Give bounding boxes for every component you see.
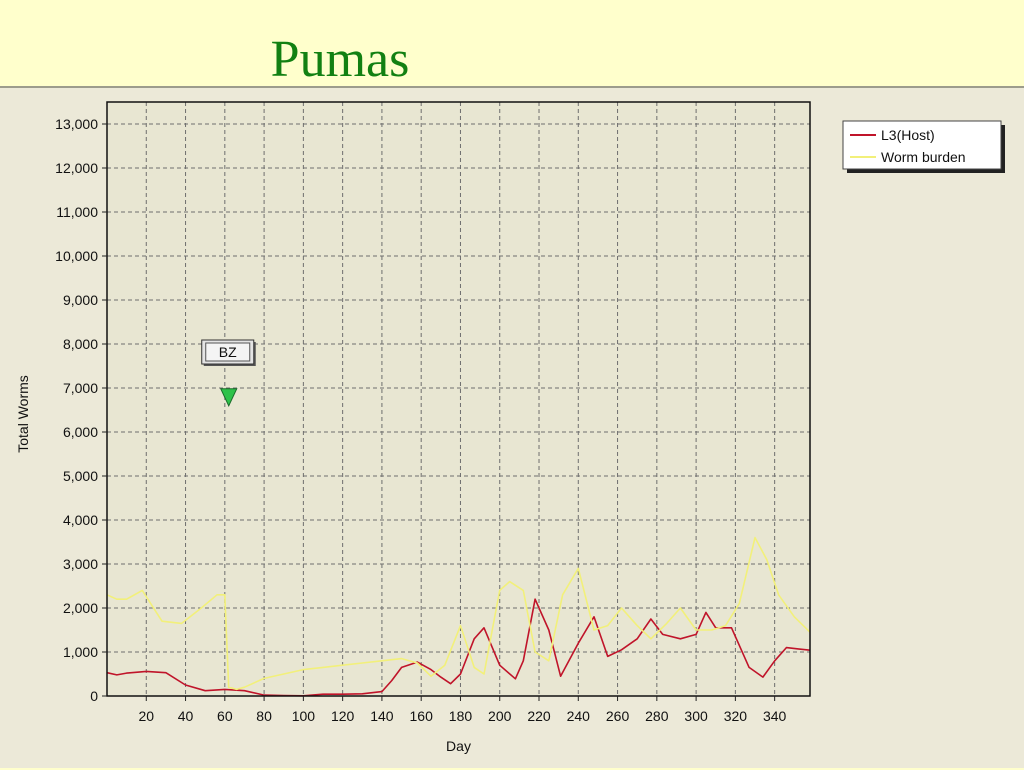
legend-entry-label: Worm burden	[881, 149, 966, 165]
y-tick-label: 3,000	[63, 556, 98, 572]
y-tick-label: 8,000	[63, 336, 98, 352]
y-tick-label: 2,000	[63, 600, 98, 616]
x-tick-label: 220	[527, 708, 551, 724]
x-tick-label: 320	[724, 708, 748, 724]
y-axis-label: Total Worms	[15, 375, 31, 453]
x-tick-label: 240	[567, 708, 591, 724]
x-axis-label: Day	[446, 738, 471, 754]
y-tick-label: 1,000	[63, 644, 98, 660]
x-tick-label: 180	[449, 708, 473, 724]
x-tick-label: 160	[410, 708, 434, 724]
x-tick-label: 340	[763, 708, 787, 724]
y-tick-label: 9,000	[63, 292, 98, 308]
y-tick-label: 13,000	[55, 116, 98, 132]
x-tick-label: 140	[370, 708, 394, 724]
x-tick-label: 100	[292, 708, 316, 724]
x-tick-label: 20	[138, 708, 154, 724]
x-tick-label: 300	[684, 708, 708, 724]
y-tick-label: 0	[90, 688, 98, 704]
chart-panel: BZ 20 40 60 80 100 120 140 160 180 200 220 240 260 28…	[0, 86, 1024, 768]
x-tick-label: 260	[606, 708, 630, 724]
y-tick-label: 5,000	[63, 468, 98, 484]
y-tick-label: 7,000	[63, 380, 98, 396]
x-tick-label: 60	[217, 708, 233, 724]
plot-area	[107, 102, 810, 696]
legend-entry-label: L3(Host)	[881, 127, 935, 143]
y-tick-label: 4,000	[63, 512, 98, 528]
y-tick-label: 10,000	[55, 248, 98, 264]
slide-title: Pumas	[270, 31, 410, 88]
x-tick-label: 280	[645, 708, 669, 724]
x-tick-label: 80	[256, 708, 272, 724]
x-tick-label: 120	[331, 708, 355, 724]
x-tick-label: 40	[178, 708, 194, 724]
line-chart: BZ 20 40 60 80 100 120 140 160 180 200 220 240 260 28…	[15, 101, 1005, 754]
y-tick-label: 12,000	[55, 160, 98, 176]
y-tick-label: 11,000	[56, 204, 98, 220]
y-tick-label: 6,000	[63, 424, 98, 440]
annotation-label: BZ	[219, 344, 237, 360]
legend: L3(Host) Worm burden	[842, 120, 1005, 173]
x-tick-label: 200	[488, 708, 512, 724]
